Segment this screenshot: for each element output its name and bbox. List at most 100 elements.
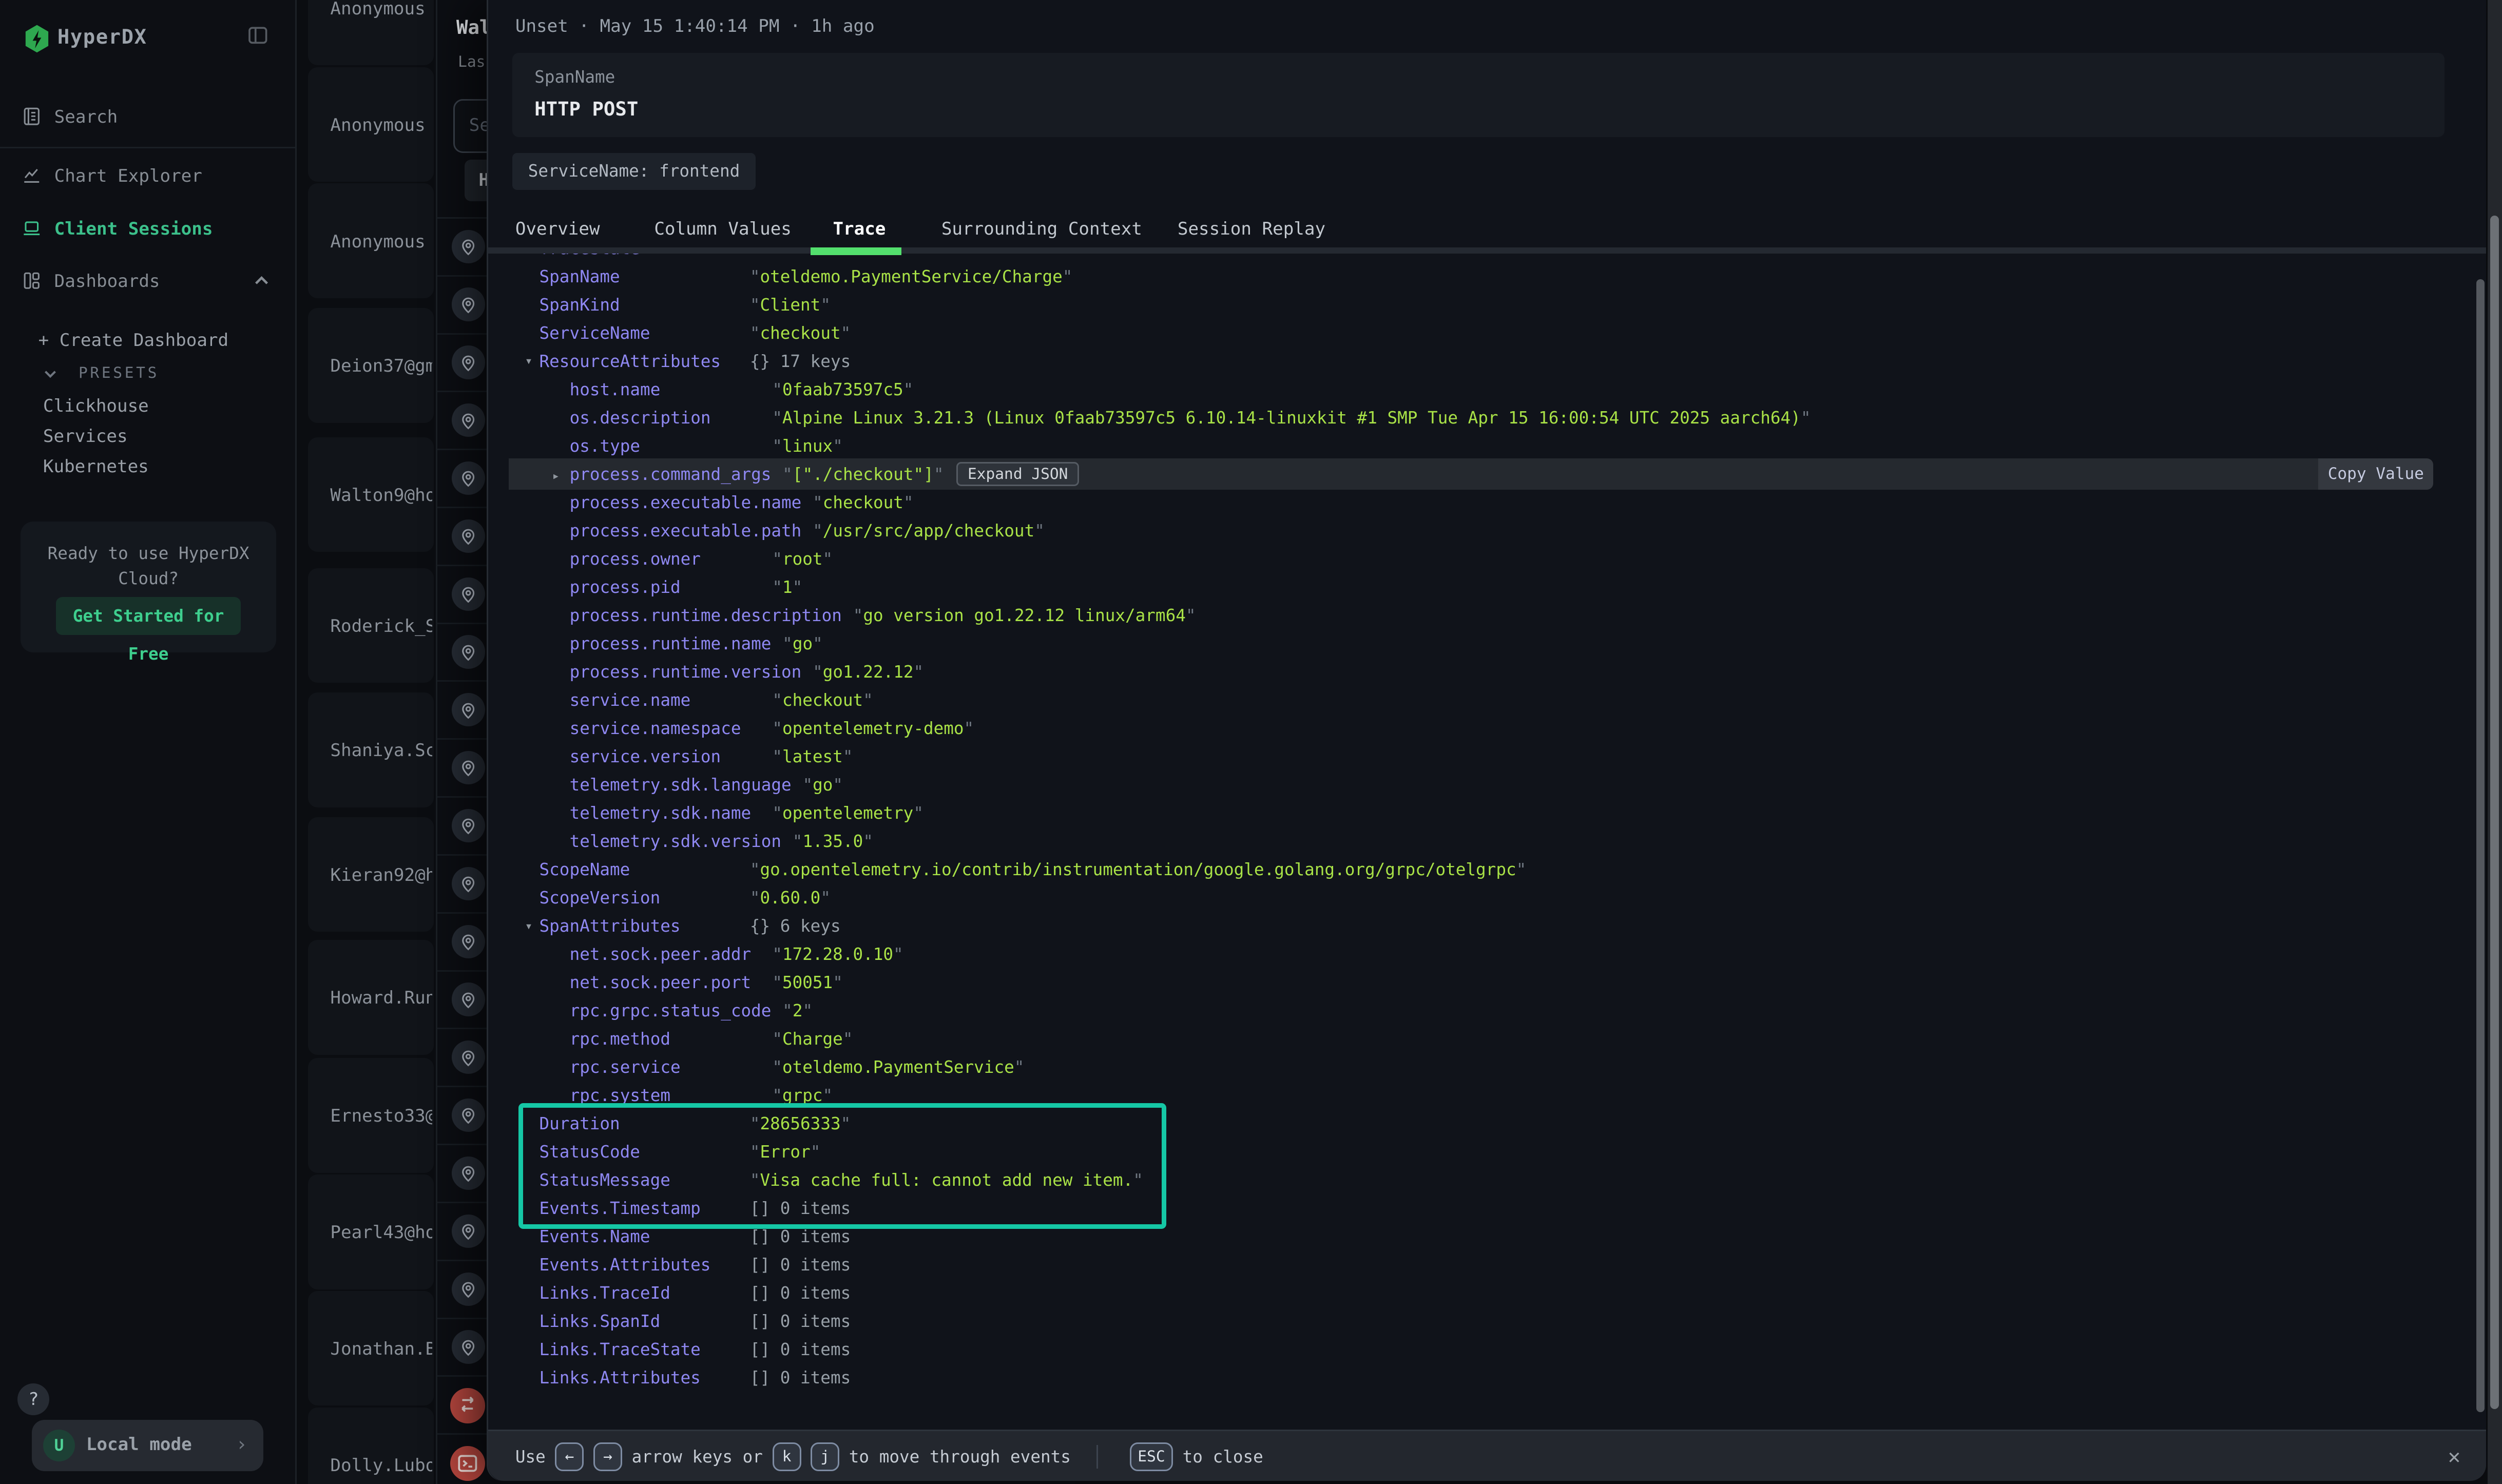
trace-row-Links.TraceState[interactable]: Links.TraceState[] 0 items — [488, 1336, 2472, 1364]
preset-services[interactable]: Services — [43, 426, 128, 447]
session-card[interactable]: Kieran92@h — [308, 817, 434, 932]
map-pin-icon — [452, 982, 485, 1016]
tab-overview[interactable]: Overview — [515, 219, 600, 239]
trace-row-ServiceName[interactable]: ServiceName"checkout" — [488, 319, 2472, 347]
session-card[interactable]: Shaniya.Sc — [308, 692, 434, 807]
trace-row-Events.Timestamp[interactable]: Events.Timestamp[] 0 items — [488, 1194, 2472, 1223]
trace-row-rpc.method[interactable]: rpc.method"Charge" — [488, 1025, 2472, 1053]
trace-row-ScopeVersion[interactable]: ScopeVersion"0.60.0" — [488, 883, 2472, 912]
preset-clickhouse[interactable]: Clickhouse — [43, 396, 149, 416]
trace-row-rpc.service[interactable]: rpc.service"oteldemo.PaymentService" — [488, 1053, 2472, 1082]
attribute-value: "checkout" — [772, 690, 873, 710]
trace-row-telemetry.sdk.language[interactable]: telemetry.sdk.language"go" — [488, 770, 2472, 799]
create-dashboard-link[interactable]: + Create Dashboard — [39, 330, 229, 351]
trace-row-process.executable.name[interactable]: process.executable.name"checkout" — [488, 488, 2472, 516]
session-card[interactable]: Deion37@gm — [308, 308, 434, 423]
trace-row-Events.Name[interactable]: Events.Name[] 0 items — [488, 1223, 2472, 1251]
map-pin-icon — [452, 1098, 485, 1132]
trace-row-net.sock.peer.addr[interactable]: net.sock.peer.addr"172.28.0.10" — [488, 940, 2472, 968]
tab-session-replay[interactable]: Session Replay — [1178, 219, 1325, 239]
trace-row-rpc.grpc.status_code[interactable]: rpc.grpc.status_code"2" — [488, 997, 2472, 1025]
trace-row-process.command_args[interactable]: ▸process.command_args"["./checkout"]"Exp… — [488, 460, 2472, 488]
attribute-key: telemetry.sdk.name — [570, 803, 761, 823]
trace-row-process.pid[interactable]: process.pid"1" — [488, 573, 2472, 601]
attribute-key: process.runtime.name — [570, 634, 772, 653]
esc-keycap: ESC — [1130, 1442, 1173, 1471]
trace-row-process.runtime.name[interactable]: process.runtime.name"go" — [488, 629, 2472, 658]
sidebar-collapse-icon[interactable] — [246, 24, 270, 47]
span-card-value: HTTP POST — [534, 98, 638, 120]
trace-row-StatusCode[interactable]: StatusCode"Error" — [488, 1138, 2472, 1166]
trace-row-ResourceAttributes[interactable]: ▾ResourceAttributes{} 17 keys — [488, 347, 2472, 375]
trace-row-Links.TraceId[interactable]: Links.TraceId[] 0 items — [488, 1279, 2472, 1307]
trace-row-Events.Attributes[interactable]: Events.Attributes[] 0 items — [488, 1251, 2472, 1279]
trace-row-os.description[interactable]: os.description"Alpine Linux 3.21.3 (Linu… — [488, 403, 2472, 432]
session-card[interactable]: Pearl43@ho — [308, 1174, 434, 1289]
trace-row-StatusMessage[interactable]: StatusMessage"Visa cache full: cannot ad… — [488, 1166, 2472, 1194]
attribute-value: "/usr/src/app/checkout" — [813, 521, 1045, 541]
tab-surrounding-context[interactable]: Surrounding Context — [941, 219, 1142, 239]
session-card[interactable]: Dolly.Lubo — [308, 1408, 434, 1484]
trace-row-Links.Attributes[interactable]: Links.Attributes[] 0 items — [488, 1364, 2472, 1392]
session-card[interactable]: Anonymous — [308, 0, 434, 65]
attribute-key: Events.Name — [540, 1227, 739, 1246]
close-icon[interactable]: ✕ — [2448, 1444, 2460, 1469]
local-mode-button[interactable]: U Local mode › — [32, 1420, 263, 1471]
get-started-button[interactable]: Get Started for Free — [56, 597, 241, 635]
presets-toggle[interactable]: PRESETS — [43, 364, 159, 381]
expand-json-button[interactable]: Expand JSON — [956, 462, 1079, 486]
trace-row-service.namespace[interactable]: service.namespace"opentelemetry-demo" — [488, 714, 2472, 742]
span-name-card: SpanName HTTP POST — [512, 53, 2445, 138]
session-card[interactable]: Jonathan.B — [308, 1291, 434, 1406]
copy-value-button[interactable]: Copy Value — [2318, 458, 2433, 490]
trace-row-rpc.system[interactable]: rpc.system"grpc" — [488, 1082, 2472, 1110]
session-card[interactable]: Howard.Run — [308, 940, 434, 1055]
session-card[interactable]: Roderick_S — [308, 568, 434, 683]
trace-row-Links.SpanId[interactable]: Links.SpanId[] 0 items — [488, 1307, 2472, 1336]
attribute-key: net.sock.peer.addr — [570, 945, 761, 964]
sidebar-item-search[interactable]: Search — [0, 102, 295, 134]
expand-caret-icon[interactable]: ▸ — [552, 468, 560, 483]
trace-row-process.runtime.version[interactable]: process.runtime.version"go1.22.12" — [488, 658, 2472, 686]
collapse-caret-icon[interactable]: ▾ — [525, 353, 533, 368]
trace-row-ScopeName[interactable]: ScopeName"go.opentelemetry.io/contrib/in… — [488, 855, 2472, 883]
session-user: Anonymous — [330, 115, 432, 136]
map-pin-icon — [452, 403, 485, 437]
sidebar-item-dashboards[interactable]: Dashboards — [0, 266, 295, 298]
map-pin-icon — [452, 1215, 485, 1248]
trace-scrollbar[interactable] — [2476, 279, 2485, 1412]
session-card[interactable]: Ernesto33@ — [308, 1058, 434, 1173]
sidebar-item-client-sessions[interactable]: Client Sessions — [0, 214, 295, 246]
trace-row-process.owner[interactable]: process.owner"root" — [488, 545, 2472, 573]
sidebar-item-chart-explorer[interactable]: Chart Explorer — [0, 161, 295, 193]
help-button[interactable]: ? — [17, 1383, 49, 1415]
trace-row-telemetry.sdk.name[interactable]: telemetry.sdk.name"opentelemetry" — [488, 799, 2472, 827]
session-user: Shaniya.Sc — [330, 740, 432, 761]
preset-kubernetes[interactable]: Kubernetes — [43, 456, 149, 477]
trace-row-net.sock.peer.port[interactable]: net.sock.peer.port"50051" — [488, 968, 2472, 996]
session-card[interactable]: Walton9@ho — [308, 437, 434, 552]
trace-row-Duration[interactable]: Duration"28656333" — [488, 1110, 2472, 1138]
attribute-key: ResourceAttributes — [540, 352, 739, 371]
trace-row-TraceState[interactable]: TraceState — [488, 254, 2472, 262]
attribute-value: "oteldemo.PaymentService/Charge" — [750, 267, 1073, 286]
trace-row-process.executable.path[interactable]: process.executable.path"/usr/src/app/che… — [488, 516, 2472, 545]
trace-row-service.name[interactable]: service.name"checkout" — [488, 686, 2472, 714]
collapse-caret-icon[interactable]: ▾ — [525, 918, 533, 933]
service-name-chip[interactable]: ServiceName: frontend — [512, 153, 756, 189]
attribute-key: Links.TraceId — [540, 1283, 739, 1303]
trace-row-process.runtime.description[interactable]: process.runtime.description"go version g… — [488, 601, 2472, 629]
trace-row-SpanName[interactable]: SpanName"oteldemo.PaymentService/Charge" — [488, 262, 2472, 291]
session-card[interactable]: Anonymous — [308, 67, 434, 182]
trace-row-SpanAttributes[interactable]: ▾SpanAttributes{} 6 keys — [488, 912, 2472, 940]
trace-row-os.type[interactable]: os.type"linux" — [488, 432, 2472, 460]
session-card[interactable]: Anonymous — [308, 183, 434, 298]
tab-column-values[interactable]: Column Values — [654, 219, 792, 239]
attribute-key: StatusCode — [540, 1142, 739, 1162]
page-scrollbar-thumb[interactable] — [2490, 216, 2499, 1409]
trace-row-host.name[interactable]: host.name"0faab73597c5" — [488, 375, 2472, 403]
tab-trace[interactable]: Trace — [833, 219, 886, 239]
trace-row-telemetry.sdk.version[interactable]: telemetry.sdk.version"1.35.0" — [488, 827, 2472, 855]
trace-row-service.version[interactable]: service.version"latest" — [488, 742, 2472, 770]
trace-row-SpanKind[interactable]: SpanKind"Client" — [488, 291, 2472, 319]
